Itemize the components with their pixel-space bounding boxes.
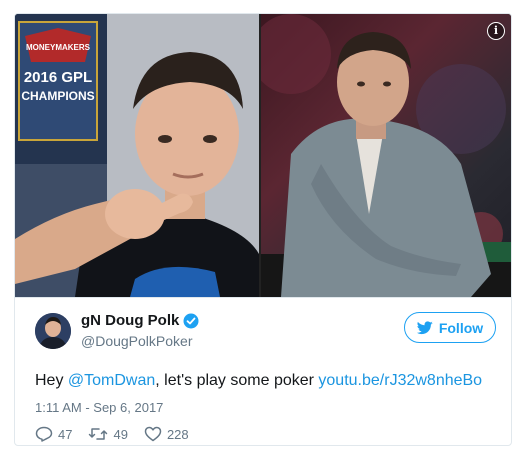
tweet-text: Hey @TomDwan, let's play some poker yout… [35,372,482,390]
svg-text:2016 GPL: 2016 GPL [24,69,92,86]
like-action[interactable]: 228 [144,426,189,442]
follow-button[interactable]: Follow [404,312,496,343]
reply-count: 47 [58,426,73,442]
user-handle[interactable]: @DougPolkPoker [81,333,193,349]
right-photo[interactable]: i [261,14,511,297]
retweet-action[interactable]: 49 [88,426,128,442]
tweet-card: MONEYMAKERS 2016 GPL CHAMPIONS i gN Doug… [14,13,512,446]
tweet-text-middle: , let's play some poker [155,372,319,389]
video-link[interactable]: youtu.be/rJ32w8nheBo [318,372,482,389]
retweet-icon [89,428,108,440]
display-name[interactable]: gN Doug Polk [81,312,179,329]
retweet-count: 49 [113,426,128,442]
left-photo[interactable]: MONEYMAKERS 2016 GPL CHAMPIONS [15,14,259,297]
bird-icon [416,320,433,334]
name-row: gN Doug Polk [81,312,199,329]
tweet-actions: 47 49 228 [35,426,205,442]
avatar-image [35,313,71,349]
like-count: 228 [166,426,189,442]
tweet-meta: gN Doug Polk @DougPolkPoker Follow Hey @… [15,297,511,445]
tweet-text-prefix: Hey [35,372,68,389]
avatar[interactable] [35,313,71,349]
tweet-media[interactable]: MONEYMAKERS 2016 GPL CHAMPIONS i [15,14,511,297]
svg-text:CHAMPIONS: CHAMPIONS [21,89,94,103]
svg-text:MONEYMAKERS: MONEYMAKERS [26,43,91,52]
left-photo-illustration: MONEYMAKERS 2016 GPL CHAMPIONS [15,14,259,297]
verified-badge-icon [183,313,199,329]
heart-icon [144,426,162,442]
info-icon[interactable]: i [487,22,505,40]
right-photo-illustration [261,14,511,297]
mention-link[interactable]: @TomDwan [68,372,155,389]
reply-icon [35,426,53,442]
tweet-timestamp[interactable]: 1:11 AM - Sep 6, 2017 [35,400,163,415]
follow-label: Follow [438,319,484,336]
reply-action[interactable]: 47 [35,426,72,442]
